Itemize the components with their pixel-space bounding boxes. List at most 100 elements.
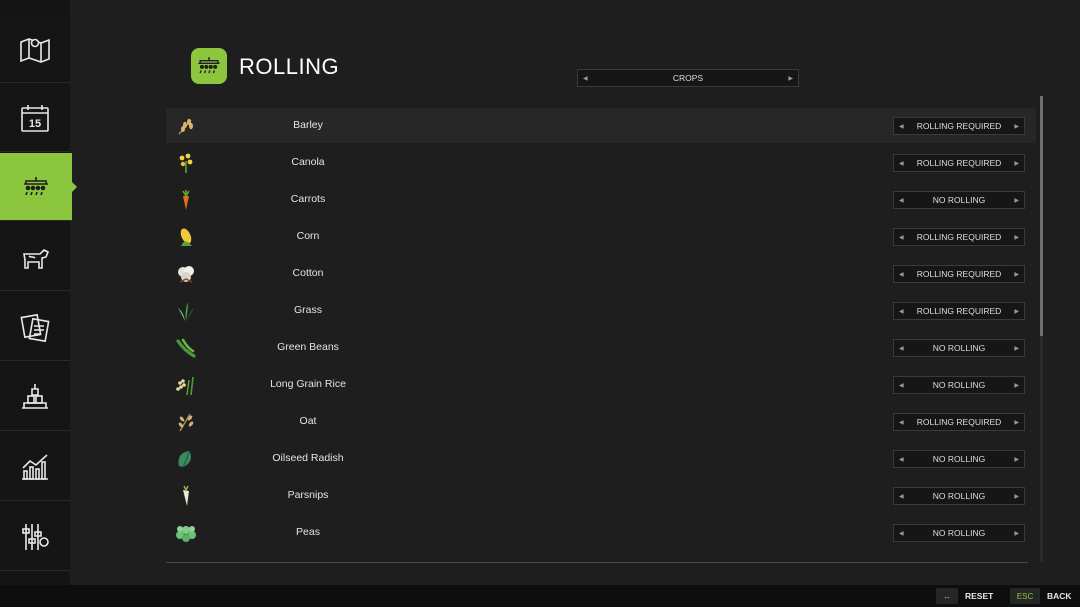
green-beans-icon: [174, 336, 198, 360]
arrow-right-icon[interactable]: ▶: [1014, 271, 1019, 278]
rolling-setting-value: ROLLING REQUIRED: [916, 417, 1002, 427]
calendar-icon: 15: [21, 104, 49, 132]
rolling-setting-value: NO ROLLING: [932, 454, 986, 464]
category-selector[interactable]: ◀ CROPS ▶: [577, 69, 799, 87]
arrow-right-icon[interactable]: ▶: [1014, 419, 1019, 426]
arrow-right-icon[interactable]: ▶: [788, 75, 793, 82]
roller-icon: [198, 57, 220, 74]
crop-row-barley[interactable]: Barley ◀ ROLLING REQUIRED ▶: [166, 108, 1036, 143]
parsnip-icon: [174, 484, 198, 508]
grass-icon: [174, 299, 198, 323]
carrot-icon: [174, 188, 198, 212]
rolling-setting-selector[interactable]: ◀ ROLLING REQUIRED ▶: [893, 265, 1025, 283]
rolling-setting-selector[interactable]: ◀ NO ROLLING ▶: [893, 487, 1025, 505]
rolling-setting-selector[interactable]: ◀ ROLLING REQUIRED ▶: [893, 117, 1025, 135]
sidebar-item-statistics[interactable]: [0, 433, 70, 501]
rolling-setting-selector[interactable]: ◀ ROLLING REQUIRED ▶: [893, 154, 1025, 172]
rolling-setting-selector[interactable]: ◀ ROLLING REQUIRED ▶: [893, 228, 1025, 246]
rolling-setting-selector[interactable]: ◀ NO ROLLING ▶: [893, 450, 1025, 468]
crop-row-peas[interactable]: Peas ◀ NO ROLLING ▶: [166, 515, 1036, 550]
arrow-right-icon[interactable]: ▶: [1014, 308, 1019, 315]
crop-row-parsnips[interactable]: Parsnips ◀ NO ROLLING ▶: [166, 478, 1036, 513]
crop-name: Cotton: [292, 267, 324, 279]
animals-icon: [23, 248, 50, 269]
corn-icon: [174, 225, 198, 249]
sidebar-item-map[interactable]: [0, 15, 70, 83]
rolling-setting-selector[interactable]: ◀ NO ROLLING ▶: [893, 376, 1025, 394]
crop-name: Parsnips: [287, 489, 329, 501]
arrow-right-icon[interactable]: ▶: [1014, 345, 1019, 352]
rolling-setting-value: NO ROLLING: [932, 343, 986, 353]
scrollbar-thumb[interactable]: [1040, 96, 1043, 336]
rolling-setting-value: NO ROLLING: [932, 528, 986, 538]
canola-icon: [174, 151, 198, 175]
rolling-setting-value: ROLLING REQUIRED: [916, 269, 1002, 279]
page-title: ROLLING: [239, 54, 340, 79]
arrow-right-icon[interactable]: ▶: [1014, 382, 1019, 389]
crop-row-grass[interactable]: Grass ◀ ROLLING REQUIRED ▶: [166, 293, 1036, 328]
oat-icon: [174, 410, 198, 434]
arrow-right-icon[interactable]: ▶: [1014, 456, 1019, 463]
contracts-icon: [20, 313, 50, 342]
back-button[interactable]: BACK: [1047, 588, 1072, 604]
rolling-setting-value: ROLLING REQUIRED: [916, 121, 1002, 131]
sidebar: 15: [0, 0, 77, 585]
oilseed-radish-icon: [174, 447, 198, 471]
roller-icon: [24, 176, 48, 195]
rice-icon: [174, 373, 198, 397]
reset-button[interactable]: RESET: [965, 588, 993, 604]
crop-name: Corn: [296, 230, 320, 242]
sidebar-item-calendar[interactable]: 15: [0, 84, 70, 152]
barley-icon: [174, 114, 198, 138]
rolling-setting-value: ROLLING REQUIRED: [916, 158, 1002, 168]
calendar-day-text: 15: [29, 118, 41, 130]
crop-row-green-beans[interactable]: Green Beans ◀ NO ROLLING ▶: [166, 330, 1036, 365]
peas-icon: [174, 521, 198, 545]
arrow-right-icon[interactable]: ▶: [1014, 530, 1019, 537]
sidebar-item-contracts[interactable]: [0, 293, 70, 361]
crop-name: Oat: [299, 415, 317, 427]
settings-icon: [22, 523, 49, 550]
crop-name: Barley: [293, 119, 323, 131]
statistics-icon: [22, 453, 48, 480]
production-icon: [22, 383, 48, 409]
sidebar-item-settings[interactable]: [0, 503, 70, 571]
crop-row-oat[interactable]: Oat ◀ ROLLING REQUIRED ▶: [166, 404, 1036, 439]
footer-bar: ↔ RESET ESC BACK: [0, 585, 1080, 607]
sidebar-item-animals[interactable]: [0, 223, 70, 291]
rolling-setting-selector[interactable]: ◀ ROLLING REQUIRED ▶: [893, 413, 1025, 431]
app-window: 15 ROLLING ◀ CROPS ▶ Barley ◀ ROLLING RE…: [0, 0, 1080, 607]
crop-name: Oilseed Radish: [272, 452, 344, 464]
rolling-setting-value: ROLLING REQUIRED: [916, 232, 1002, 242]
back-key-badge[interactable]: ESC: [1010, 588, 1040, 604]
crop-row-canola[interactable]: Canola ◀ ROLLING REQUIRED ▶: [166, 145, 1036, 180]
crop-row-carrots[interactable]: Carrots ◀ NO ROLLING ▶: [166, 182, 1036, 217]
rolling-setting-value: NO ROLLING: [932, 195, 986, 205]
crop-row-long-grain-rice[interactable]: Long Grain Rice ◀ NO ROLLING ▶: [166, 367, 1036, 402]
crop-name: Long Grain Rice: [270, 378, 346, 390]
sidebar-item-production[interactable]: [0, 363, 70, 431]
arrow-right-icon[interactable]: ▶: [1014, 234, 1019, 241]
cotton-icon: [174, 262, 198, 286]
crop-row-oilseed-radish[interactable]: Oilseed Radish ◀ NO ROLLING ▶: [166, 441, 1036, 476]
rolling-setting-selector[interactable]: ◀ NO ROLLING ▶: [893, 191, 1025, 209]
page-header-icon: [191, 48, 227, 84]
crop-name: Canola: [291, 156, 325, 168]
crop-row-corn[interactable]: Corn ◀ ROLLING REQUIRED ▶: [166, 219, 1036, 254]
arrow-right-icon[interactable]: ▶: [1014, 123, 1019, 130]
rolling-setting-selector[interactable]: ◀ ROLLING REQUIRED ▶: [893, 302, 1025, 320]
crop-name: Carrots: [290, 193, 326, 205]
sidebar-item-rolling[interactable]: [0, 153, 77, 221]
crop-name: Peas: [296, 526, 320, 538]
rolling-setting-value: ROLLING REQUIRED: [916, 306, 1002, 316]
list-divider: [166, 562, 1028, 563]
arrow-right-icon[interactable]: ▶: [1014, 197, 1019, 204]
rolling-setting-selector[interactable]: ◀ NO ROLLING ▶: [893, 339, 1025, 357]
rolling-setting-value: NO ROLLING: [932, 491, 986, 501]
map-icon: [20, 37, 50, 63]
arrow-right-icon[interactable]: ▶: [1014, 160, 1019, 167]
arrow-right-icon[interactable]: ▶: [1014, 493, 1019, 500]
crop-row-cotton[interactable]: Cotton ◀ ROLLING REQUIRED ▶: [166, 256, 1036, 291]
rolling-setting-selector[interactable]: ◀ NO ROLLING ▶: [893, 524, 1025, 542]
reset-key-badge[interactable]: ↔: [936, 588, 958, 604]
